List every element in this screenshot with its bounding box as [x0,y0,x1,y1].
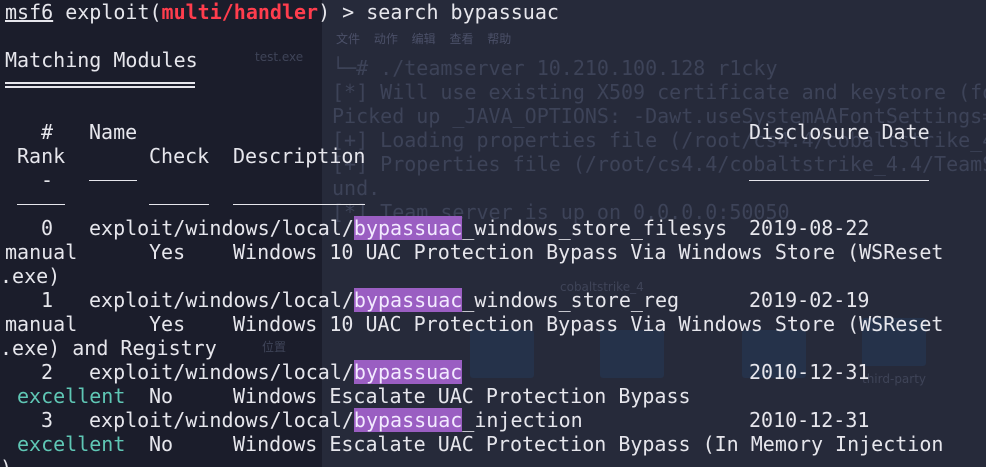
result-rank: manual [5,312,78,336]
search-term-highlight: bypassuac [353,288,463,312]
result-description: Windows 10 UAC Protection Bypass Via Win… [233,312,944,336]
background-line: [+] Properties file (/root/cs4.4/cobalts… [332,152,986,176]
desktop-file-label: 位置 [262,340,287,354]
result-description: Windows Escalate UAC Protection Bypass [233,384,691,408]
result-rank: excellent [17,432,126,456]
search-term-highlight: bypassuac [353,408,463,432]
result-description-wrap: .exe) and Registry [0,336,217,360]
module-name-suffix: _windows_store_filesys [462,216,728,240]
result-rank: excellent [17,384,126,408]
result-description: Windows 10 UAC Protection Bypass Via Win… [233,240,944,264]
result-rank: manual [5,240,78,264]
module-path-prefix: exploit/windows/local/ [89,408,354,432]
desktop-file-label: third-party [862,372,927,386]
result-description: Windows Escalate UAC Protection Bypass (… [233,432,944,456]
title-underline [5,86,195,88]
description-column-underline [233,204,365,205]
header-number: # [41,120,54,144]
result-date: 2010-12-31 [749,408,870,432]
header-number-underline: - [41,168,54,192]
result-date: 2010-12-31 [749,360,870,384]
background-window-menubar: 文件 动作 编辑 查看 帮助 [336,32,512,46]
result-number: 2 [41,360,54,384]
folder-icon [470,330,534,378]
header-check: Check [149,144,210,168]
result-check: Yes [149,240,186,264]
header-rank: Rank [17,144,66,168]
background-line: [*] Will use existing X509 certificate a… [332,80,986,104]
result-description-wrap: ) [0,456,12,467]
background-line: └─# ./teamserver 10.210.100.128 r1cky [332,56,778,80]
result-number: 1 [41,288,54,312]
prompt-suffix: ) > [318,0,367,24]
module-path-prefix: exploit/windows/local/ [89,216,354,240]
module-path-prefix: exploit/windows/local/ [89,360,354,384]
prompt-module: multi/handler [161,0,319,24]
result-date: 2019-02-19 [749,288,870,312]
prompt-context: msf6 [5,0,54,24]
desktop-file-label: test.exe [255,50,304,64]
section-title: Matching Modules [5,48,198,72]
folder-icon [600,330,664,378]
name-column-underline [89,180,137,181]
result-check: No [149,432,174,456]
result-check: No [149,384,174,408]
title-underline [5,82,195,84]
module-name-suffix: _injection [462,408,583,432]
result-description-wrap: .exe) [0,264,61,288]
background-line: und. [332,176,381,200]
header-description: Description [233,144,366,168]
result-date: 2019-08-22 [749,216,870,240]
search-term-highlight: bypassuac [353,360,463,384]
check-column-underline [149,204,209,205]
result-check: Yes [149,312,186,336]
date-column-underline [749,180,929,181]
result-number: 3 [41,408,54,432]
result-number: 0 [41,216,54,240]
module-path-prefix: exploit/windows/local/ [89,288,354,312]
module-name-suffix: _windows_store_reg [462,288,680,312]
command-text: search bypassuac [366,0,559,24]
result-module-name[interactable]: exploit/windows/local/bypassuac_windows_… [89,216,727,240]
header-disclosure-date: Disclosure Date [749,120,930,144]
result-module-name[interactable]: exploit/windows/local/bypassuac [89,360,463,384]
search-term-highlight: bypassuac [353,216,463,240]
result-module-name[interactable]: exploit/windows/local/bypassuac_windows_… [89,288,679,312]
prompt-prefix: exploit( [65,0,162,24]
result-module-name[interactable]: exploit/windows/local/bypassuac_injectio… [89,408,583,432]
rank-column-underline [17,204,65,205]
header-name: Name [89,120,138,144]
command-prompt-line: msf6 exploit(multi/handler) > search byp… [5,0,559,24]
